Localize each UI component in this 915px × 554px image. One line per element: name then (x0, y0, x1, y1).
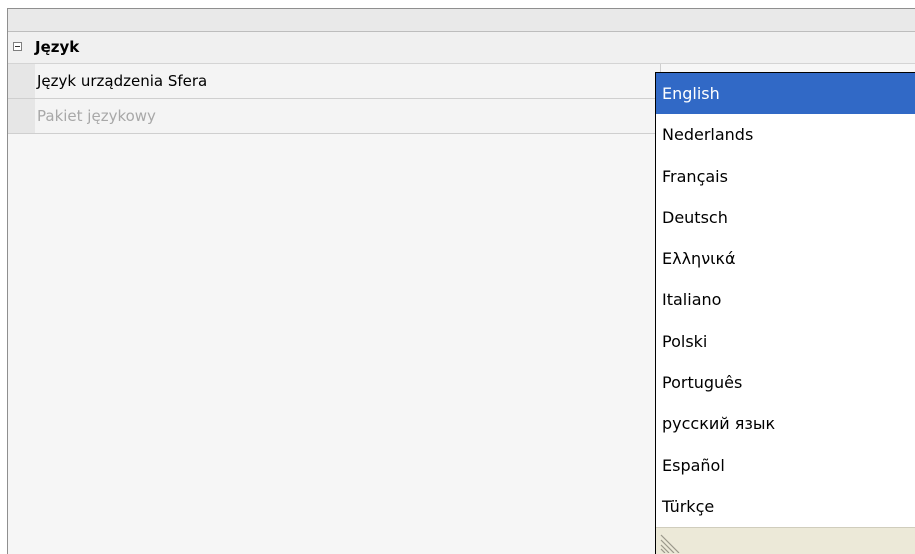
category-row-jezyk[interactable]: Język (8, 32, 915, 64)
category-label: Język (35, 38, 80, 56)
grid-toolbar (8, 9, 915, 32)
language-option-portugues[interactable]: Português (656, 362, 915, 403)
language-option-espanol[interactable]: Español (656, 445, 915, 486)
dropdown-resize-bar[interactable] (656, 527, 915, 554)
resize-grip-icon[interactable] (659, 531, 681, 553)
minus-box-icon[interactable] (13, 42, 22, 51)
language-option-italiano[interactable]: Italiano (656, 279, 915, 320)
row-gutter (8, 64, 35, 98)
language-option-nederlands[interactable]: Nederlands (656, 114, 915, 155)
language-option-greek[interactable]: Ελληνικά (656, 238, 915, 279)
language-dropdown-list[interactable]: English Nederlands Français Deutsch Ελλη… (655, 72, 915, 554)
language-option-turkce[interactable]: Türkçe (656, 486, 915, 527)
language-option-deutsch[interactable]: Deutsch (656, 197, 915, 238)
language-option-russian[interactable]: русский язык (656, 403, 915, 444)
language-option-english[interactable]: English (656, 73, 915, 115)
language-option-polski[interactable]: Polski (656, 321, 915, 362)
property-name: Pakiet językowy (35, 99, 661, 133)
row-gutter (8, 99, 35, 133)
language-option-francais[interactable]: Français (656, 156, 915, 197)
property-name: Język urządzenia Sfera (35, 64, 661, 98)
